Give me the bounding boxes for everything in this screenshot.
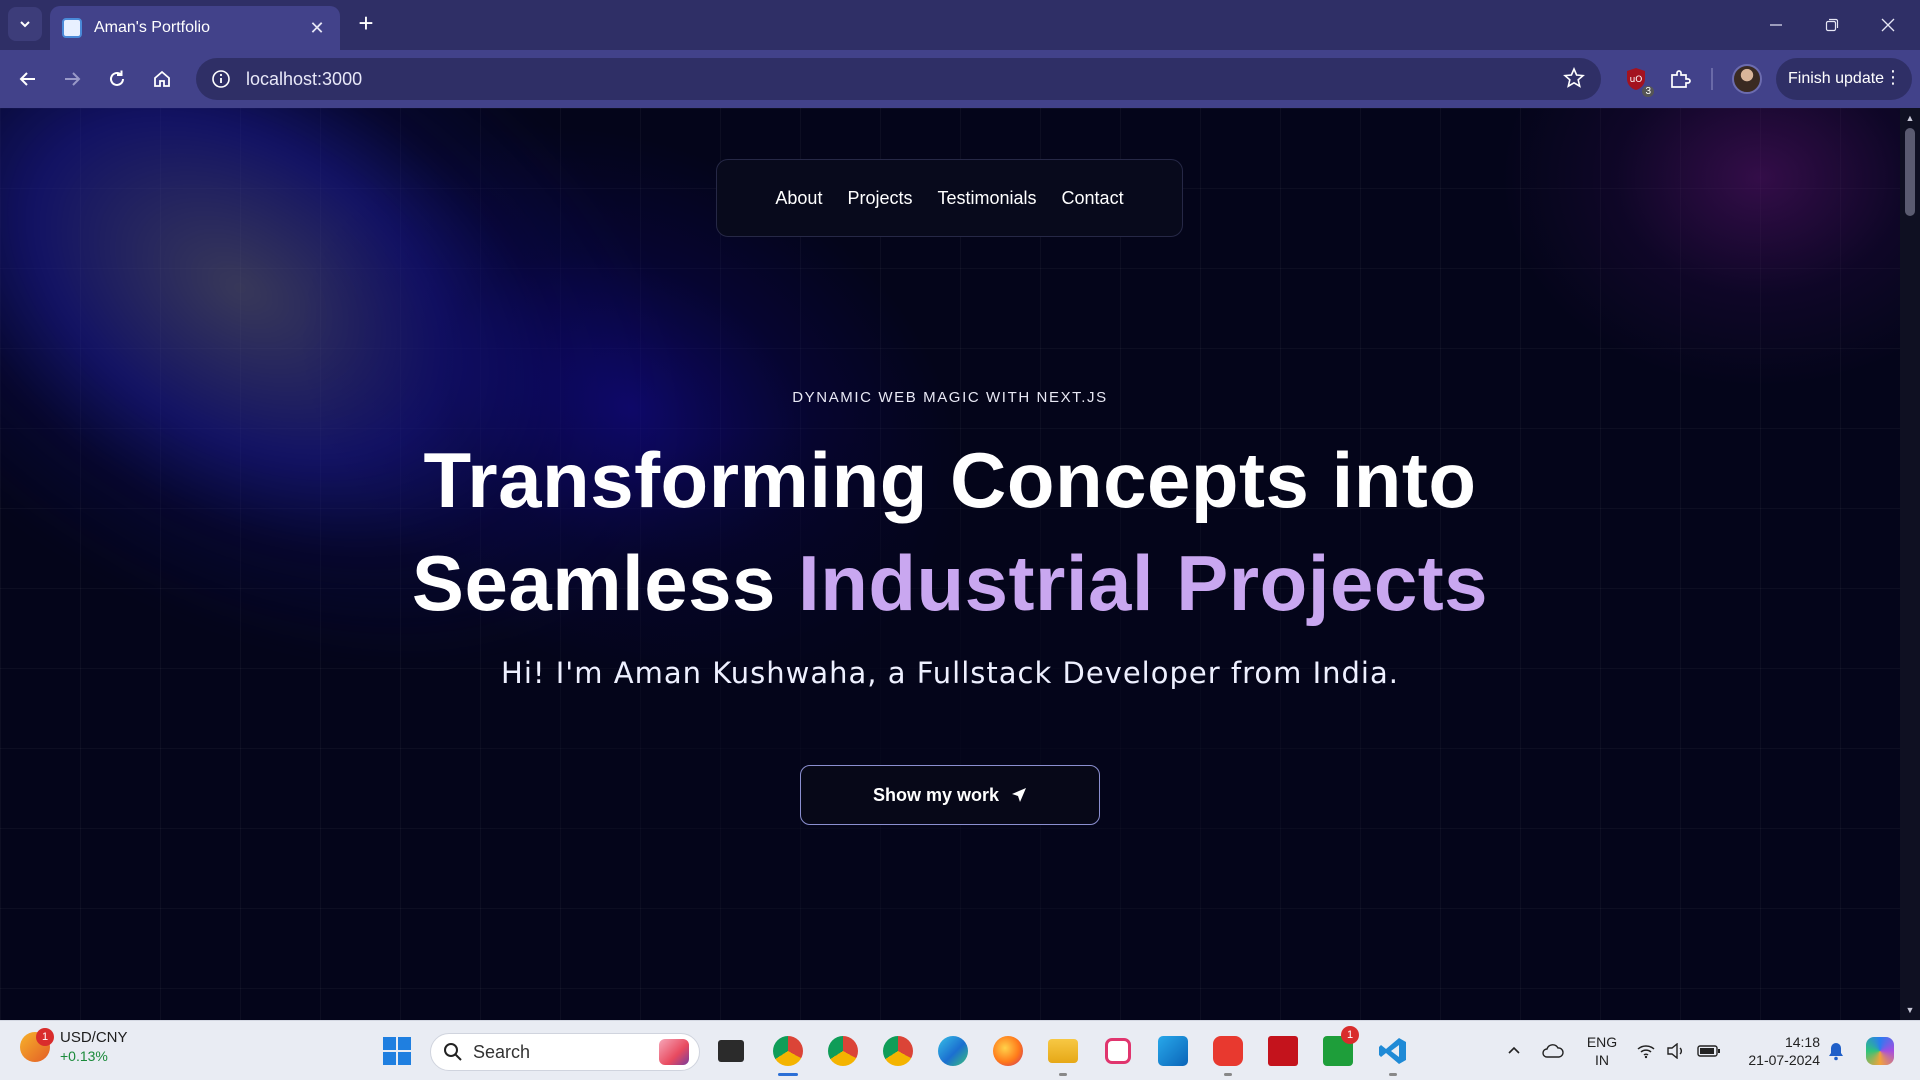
site-favicon-icon: [62, 18, 82, 38]
address-bar[interactable]: localhost:3000: [196, 58, 1601, 100]
close-window-button[interactable]: [1860, 0, 1916, 50]
page-scrollbar[interactable]: ▲ ▼: [1900, 108, 1920, 1020]
taskbar: 1 USD/CNY +0.13% Search 1 ENG IN 14:18 2…: [0, 1020, 1920, 1080]
site-info-icon[interactable]: [208, 66, 234, 92]
start-button[interactable]: [378, 1032, 416, 1070]
nav-link-testimonials[interactable]: Testimonials: [937, 188, 1036, 209]
arrow-right-icon: [65, 72, 81, 86]
vscode-icon[interactable]: [1374, 1032, 1412, 1076]
system-clock[interactable]: 14:18 21-07-2024: [1730, 1033, 1820, 1069]
svg-text:uO: uO: [1630, 75, 1643, 85]
battery-icon[interactable]: [1694, 1021, 1724, 1080]
show-my-work-button[interactable]: Show my work: [800, 765, 1100, 825]
bookmark-star-icon[interactable]: [1563, 66, 1585, 94]
tab-title: Aman's Portfolio: [94, 19, 210, 36]
onedrive-cloud-icon[interactable]: [1538, 1021, 1568, 1080]
browser-tab[interactable]: Aman's Portfolio ✕: [50, 6, 340, 50]
reload-icon: [110, 70, 124, 86]
file-explorer-icon[interactable]: [1044, 1032, 1082, 1076]
taskbar-search[interactable]: Search: [430, 1033, 700, 1071]
xbox-badge: 1: [1341, 1026, 1359, 1044]
hero-subtitle: Hi! I'm Aman Kushwaha, a Fullstack Devel…: [501, 656, 1399, 690]
finish-update-label: Finish update: [1788, 70, 1885, 87]
browser-tab-strip: Aman's Portfolio ✕ +: [0, 0, 1920, 50]
background-glow: [1500, 108, 1900, 388]
ublock-extension-icon[interactable]: uO 3: [1620, 63, 1654, 97]
tab-search-button[interactable]: [8, 7, 42, 41]
language-indicator[interactable]: ENG IN: [1580, 1033, 1624, 1069]
widget-badge: 1: [36, 1027, 54, 1046]
forward-button[interactable]: [54, 61, 90, 97]
clock-date: 21-07-2024: [1748, 1052, 1820, 1068]
edge-browser-icon[interactable]: [934, 1032, 972, 1070]
region-code: IN: [1595, 1052, 1609, 1068]
search-placeholder: Search: [473, 1041, 531, 1062]
firefox-icon[interactable]: [989, 1032, 1027, 1070]
ticker-name: USD/CNY: [60, 1029, 128, 1046]
profile-avatar[interactable]: [1732, 64, 1762, 94]
wifi-icon[interactable]: [1632, 1021, 1660, 1080]
minimize-button[interactable]: [1748, 0, 1804, 50]
volume-icon[interactable]: [1662, 1021, 1690, 1080]
toolbar-divider: [1711, 68, 1713, 90]
xbox-app-icon[interactable]: 1: [1319, 1026, 1359, 1070]
chevron-down-icon: [20, 21, 30, 28]
new-tab-button[interactable]: +: [352, 10, 380, 38]
cta-label: Show my work: [872, 784, 1000, 805]
extension-badge: 3: [1642, 86, 1654, 97]
hero-title-line2: Seamless Industrial Projects: [0, 538, 1900, 629]
floating-navbar: About Projects Testimonials Contact: [716, 159, 1183, 237]
wps-office-icon[interactable]: [1209, 1032, 1247, 1076]
nav-link-contact[interactable]: Contact: [1062, 188, 1124, 209]
clock-time: 14:18: [1784, 1034, 1820, 1050]
more-menu-icon[interactable]: ⋮: [1884, 68, 1902, 86]
windows-logo-icon: [383, 1037, 411, 1065]
hero-title-line1: Transforming Concepts into: [423, 436, 1477, 524]
arrow-left-icon: [19, 72, 35, 86]
search-highlight-icon: [659, 1039, 689, 1065]
location-arrow-icon: [1012, 788, 1027, 802]
hero-eyebrow: DYNAMIC WEB MAGIC WITH NEXT.JS: [792, 389, 1108, 406]
search-icon: [444, 1043, 462, 1061]
home-button[interactable]: [144, 61, 180, 97]
stocks-icon: 1: [20, 1027, 54, 1062]
url-text[interactable]: localhost:3000: [246, 69, 362, 90]
nav-link-projects[interactable]: Projects: [847, 188, 912, 209]
copilot-icon[interactable]: [1862, 1021, 1898, 1080]
home-icon: [154, 70, 170, 87]
scroll-up-icon[interactable]: ▲: [1900, 110, 1920, 126]
scroll-down-icon[interactable]: ▼: [1900, 1002, 1920, 1018]
show-hidden-icons-chevron-icon[interactable]: [1500, 1021, 1528, 1080]
minimize-icon: [1770, 24, 1782, 26]
browser-toolbar: localhost:3000 uO 3 Finish update ⋮: [0, 50, 1920, 108]
database-app-icon[interactable]: [1264, 1032, 1302, 1070]
back-button[interactable]: [10, 61, 46, 97]
nav-link-about[interactable]: About: [775, 188, 822, 209]
close-icon: [1881, 18, 1895, 32]
scrollbar-thumb[interactable]: [1905, 128, 1915, 216]
ticker-change: +0.13%: [60, 1048, 108, 1064]
notification-bell-icon[interactable]: [1822, 1021, 1850, 1080]
finish-update-button[interactable]: Finish update ⋮: [1776, 58, 1912, 100]
chrome-profile-3-icon[interactable]: [879, 1032, 917, 1070]
close-tab-icon[interactable]: ✕: [306, 18, 328, 39]
chrome-profile-2-icon[interactable]: [824, 1032, 862, 1070]
restore-icon: [1825, 18, 1839, 32]
task-view-icon[interactable]: [712, 1032, 750, 1070]
hero-title-accent: Industrial Projects: [798, 539, 1489, 627]
page-viewport: About Projects Testimonials Contact DYNA…: [0, 108, 1900, 1020]
weather-widget[interactable]: 1 USD/CNY +0.13%: [20, 1027, 128, 1064]
reload-button[interactable]: [99, 61, 135, 97]
extensions-puzzle-icon[interactable]: [1664, 63, 1696, 95]
teams-chat-icon[interactable]: [1099, 1032, 1137, 1070]
hero-title-plain: Seamless: [411, 539, 799, 627]
language-code: ENG: [1586, 1034, 1618, 1050]
outlook-icon[interactable]: [1154, 1032, 1192, 1070]
restore-button[interactable]: [1804, 0, 1860, 50]
chrome-profile-1-icon[interactable]: [769, 1032, 807, 1076]
